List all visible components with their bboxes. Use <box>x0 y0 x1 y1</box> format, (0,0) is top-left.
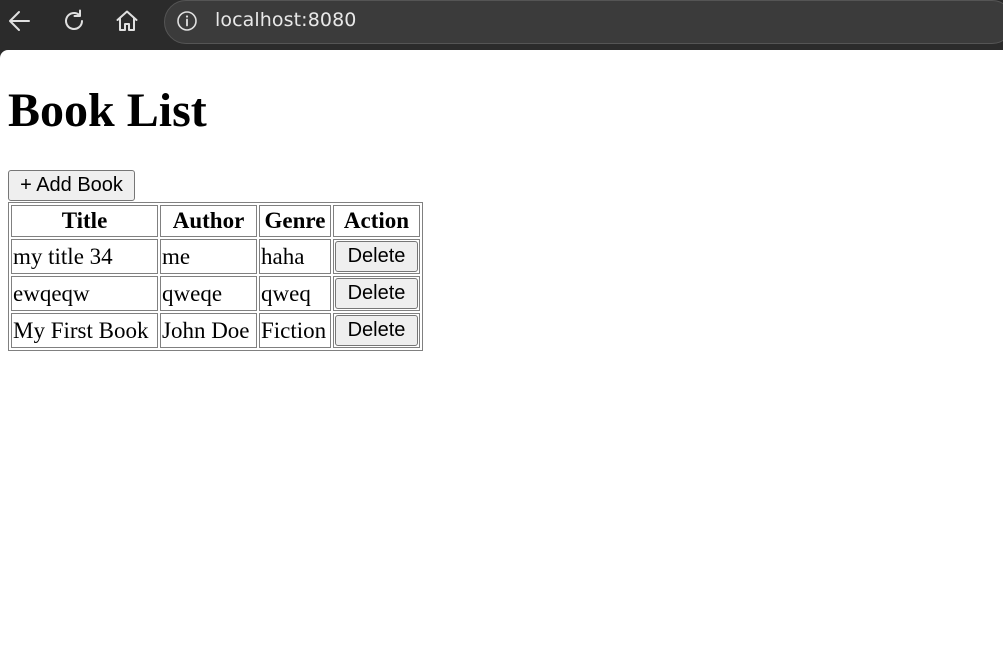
reload-button[interactable] <box>59 7 89 35</box>
cell-title: my title 34 <box>11 239 158 274</box>
delete-button[interactable]: Delete <box>335 315 418 346</box>
cell-genre: haha <box>259 239 331 274</box>
cell-title: My First Book <box>11 313 158 348</box>
browser-toolbar: localhost:8080 <box>0 0 1003 50</box>
cell-action: Delete <box>333 313 420 348</box>
book-table: Title Author Genre Action my title 34 me… <box>8 202 423 351</box>
table-row: My First Book John Doe Fiction Delete <box>11 313 420 348</box>
home-button[interactable] <box>112 7 142 35</box>
page-viewport: Book List + Add Book Title Author Genre … <box>0 50 1003 667</box>
delete-button[interactable]: Delete <box>335 241 418 272</box>
table-row: ewqeqw qweqe qweq Delete <box>11 276 420 311</box>
cell-action: Delete <box>333 276 420 311</box>
cell-author: John Doe <box>160 313 257 348</box>
table-row: my title 34 me haha Delete <box>11 239 420 274</box>
back-arrow-icon <box>9 11 30 31</box>
url-text[interactable]: localhost:8080 <box>215 9 356 31</box>
reload-icon <box>65 9 83 30</box>
column-header-genre: Genre <box>259 205 331 237</box>
column-header-title: Title <box>11 205 158 237</box>
delete-button[interactable]: Delete <box>335 278 418 309</box>
cell-genre: Fiction <box>259 313 331 348</box>
cell-action: Delete <box>333 239 420 274</box>
table-header-row: Title Author Genre Action <box>11 205 420 237</box>
column-header-author: Author <box>160 205 257 237</box>
add-book-button[interactable]: + Add Book <box>8 170 135 201</box>
cell-title: ewqeqw <box>11 276 158 311</box>
cell-author: qweqe <box>160 276 257 311</box>
home-icon <box>116 10 138 31</box>
column-header-action: Action <box>333 205 420 237</box>
cell-genre: qweq <box>259 276 331 311</box>
back-button[interactable] <box>5 7 35 35</box>
cell-author: me <box>160 239 257 274</box>
page-title: Book List <box>8 84 207 137</box>
info-icon[interactable] <box>176 10 198 32</box>
